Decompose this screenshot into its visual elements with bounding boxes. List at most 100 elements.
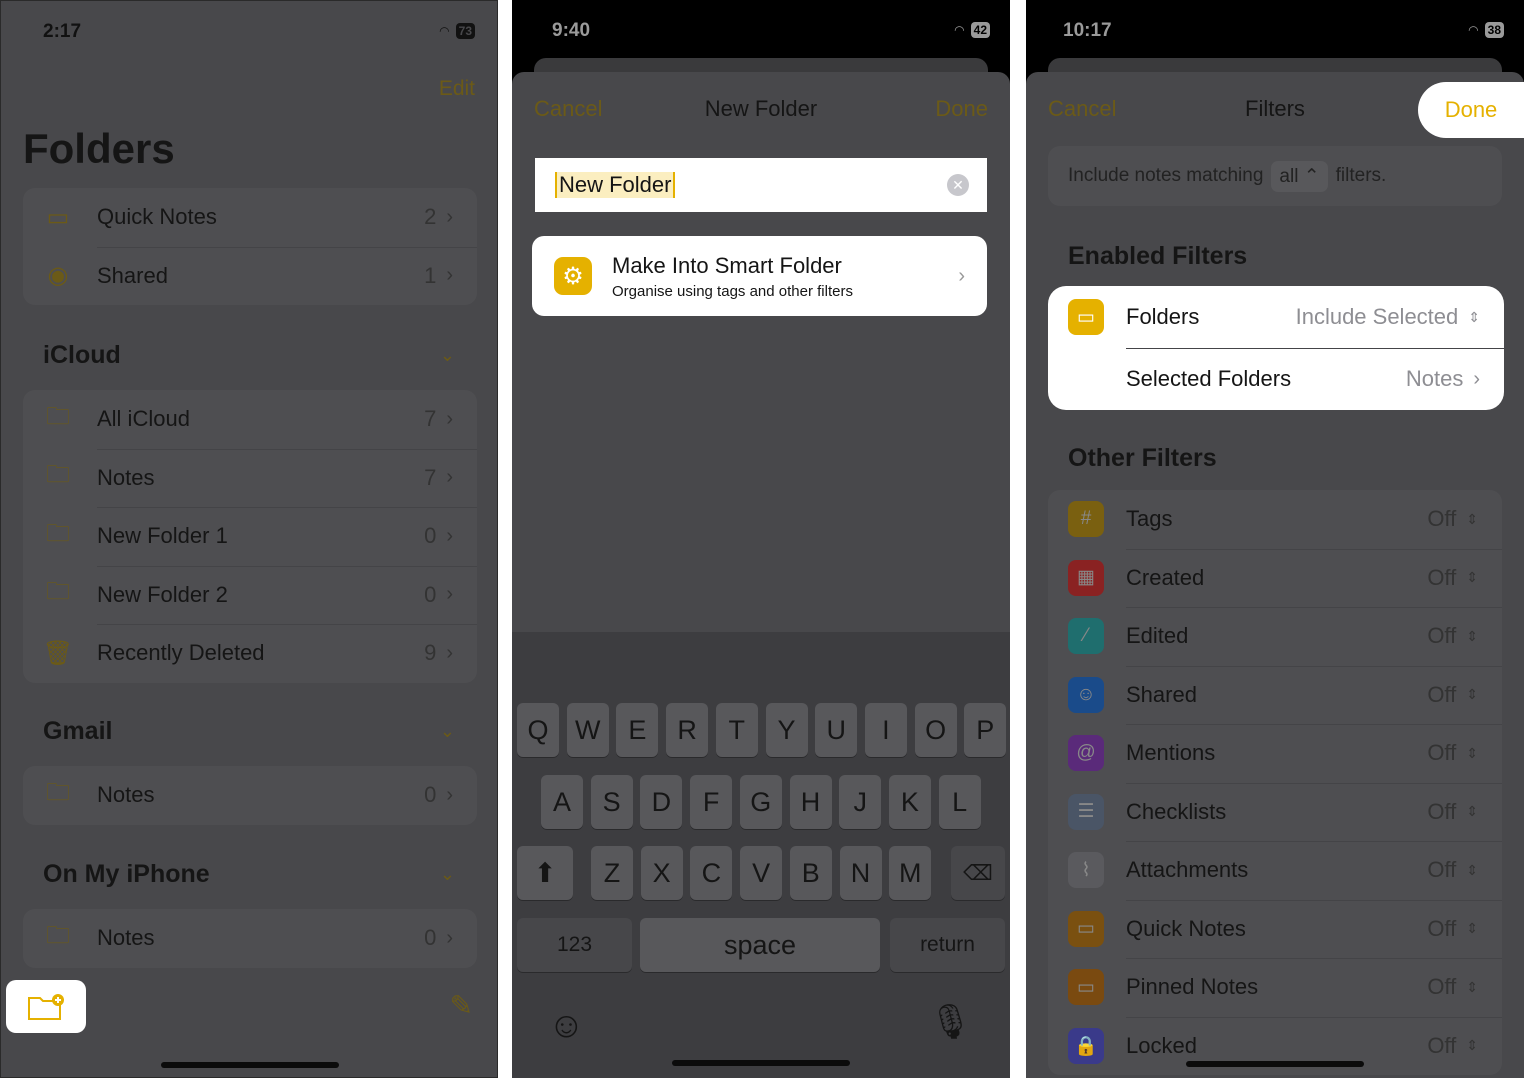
key-j[interactable]: J [839,775,882,829]
key-n[interactable]: N [839,846,882,900]
match-mode-select[interactable]: all ⌃ [1271,160,1328,192]
key-s[interactable]: S [590,775,633,829]
microphone-icon[interactable]: 🎙 [929,1002,972,1042]
space-key[interactable]: space [640,918,880,972]
folder-row[interactable]: 🗀 New Folder 1 0 › [23,507,477,566]
key-v[interactable]: V [740,846,783,900]
key-m[interactable]: M [889,846,932,900]
section-header-icloud[interactable]: iCloud [43,341,121,370]
key-g[interactable]: G [739,775,782,829]
enabled-filter-row[interactable]: Selected Folders Notes › [1048,348,1504,410]
other-filter-row[interactable]: # Tags Off ⇕ [1048,490,1502,549]
key-e[interactable]: E [616,703,659,757]
key-d[interactable]: D [640,775,683,829]
delete-icon[interactable]: ⌫ [951,846,1005,900]
other-filters-heading: Other Filters [1068,444,1217,472]
key-c[interactable]: C [690,846,733,900]
chevron-updown-icon[interactable]: ⇕ [1466,511,1478,528]
chevron-updown-icon[interactable]: ⇕ [1466,862,1478,879]
make-smart-folder-button[interactable]: ⚙ Make Into Smart Folder Organise using … [532,236,987,316]
folder-count: 7 [424,406,437,432]
emoji-icon[interactable]: ☺ [548,1004,585,1046]
filter-label: Selected Folders [1126,366,1292,391]
section-header-on-my-iphone[interactable]: On My iPhone [43,860,210,889]
chevron-updown-icon[interactable]: ⇕ [1466,628,1478,645]
calendar-icon: ▦ [1068,559,1104,596]
key-a[interactable]: A [541,775,583,829]
folder-name: All iCloud [97,406,190,432]
folder-row[interactable]: 🗀 Notes 7 › [23,448,477,508]
folder-row[interactable]: ▭ Quick Notes 2 › [23,188,477,247]
other-filter-row[interactable]: ▭ Quick Notes Off ⇕ [1048,899,1502,959]
filter-value: Off [1427,1032,1457,1058]
chevron-updown-icon[interactable]: ⇕ [1466,686,1478,703]
key-z[interactable]: Z [591,846,633,900]
folder-name: New Folder 1 [97,523,228,549]
key-l[interactable]: L [938,775,981,829]
enabled-filter-row[interactable]: ▭ Folders Include Selected ⇕ [1048,286,1504,348]
key-q[interactable]: Q [517,703,559,757]
key-i[interactable]: I [864,703,907,757]
chevron-updown-icon[interactable]: ⇕ [1466,803,1478,820]
other-filter-row[interactable]: @ Mentions Off ⇕ [1048,724,1502,783]
chevron-right-icon: › [446,926,453,949]
other-filter-row[interactable]: ⁄ Edited Off ⇕ [1048,607,1502,666]
folder-count: 1 [424,262,437,288]
chevron-down-icon[interactable]: ⌄ [440,345,455,366]
at-icon: @ [1068,735,1104,772]
other-filter-row[interactable]: ☰ Checklists Off ⇕ [1048,782,1502,842]
chevron-updown-icon[interactable]: ⇕ [1466,920,1478,937]
key-f[interactable]: F [690,775,733,829]
folder-row[interactable]: 🗀 Notes 0 › [23,766,477,825]
compose-icon[interactable]: ✎ [450,989,473,1022]
key-p[interactable]: P [964,703,1007,757]
battery-icon: 42 [970,22,990,38]
other-filter-row[interactable]: ▭ Pinned Notes Off ⇕ [1048,958,1502,1017]
other-filter-row[interactable]: ☺ Shared Off ⇕ [1048,665,1502,725]
other-filter-row[interactable]: ⌇ Attachments Off ⇕ [1048,841,1502,900]
filter-value: Off [1427,915,1457,941]
key-b[interactable]: B [789,846,832,900]
match-filter-row: Include notes matching all ⌃ filters. [1048,146,1502,206]
chevron-down-icon[interactable]: ⌄ [440,721,455,742]
key-h[interactable]: H [789,775,832,829]
chevron-updown-icon[interactable]: ⇕ [1466,745,1478,762]
key-k[interactable]: K [888,775,931,829]
key-y[interactable]: Y [765,703,808,757]
key-t[interactable]: T [715,703,758,757]
return-key[interactable]: return [890,918,1005,972]
key-r[interactable]: R [666,703,709,757]
folder-name: Notes [97,782,155,808]
chevron-updown-icon[interactable]: ⇕ [1466,979,1478,996]
chevron-updown-icon[interactable]: ⇕ [1466,569,1478,586]
folder-row[interactable]: 🗀 All iCloud 7 › [23,390,477,449]
section-header-gmail[interactable]: Gmail [43,717,112,746]
folder-name-input[interactable]: New Folder ✕ [535,158,987,212]
folder-name: Notes [97,925,155,951]
key-u[interactable]: U [815,703,858,757]
folder-row[interactable]: ◉ Shared 1 › [23,246,477,306]
match-mode-value: all [1279,165,1299,187]
home-indicator [161,1062,339,1068]
key-w[interactable]: W [566,703,609,757]
folder-group: 🗀 Notes 0 › [23,766,477,825]
shared-person-icon: ◉ [47,262,69,290]
folder-row[interactable]: 🗀 Notes 0 › [23,909,477,968]
edit-button[interactable]: Edit [439,77,475,101]
filters-sheet: Cancel Filters Done Include notes matchi… [1026,72,1524,1078]
other-filter-row[interactable]: ▦ Created Off ⇕ [1048,548,1502,608]
folder-row[interactable]: 🗀 New Folder 2 0 › [23,565,477,625]
done-button[interactable]: Done [1418,82,1524,138]
key-o[interactable]: O [914,703,957,757]
folder-row[interactable]: 🗑 Recently Deleted 9 › [23,624,477,683]
chevron-down-icon[interactable]: ⌄ [440,864,455,885]
enabled-filters-group: ▭ Folders Include Selected ⇕ Selected Folder… [1048,286,1504,410]
numbers-key[interactable]: 123 [517,918,632,972]
chevron-updown-icon[interactable]: ⇕ [1466,1037,1478,1054]
done-button[interactable]: Done [935,96,988,122]
clear-text-icon[interactable]: ✕ [947,174,969,196]
key-x[interactable]: X [640,846,683,900]
chevron-right-icon: › [446,524,453,547]
new-folder-button[interactable] [6,980,86,1033]
shift-icon[interactable]: ⬆ [517,846,573,900]
